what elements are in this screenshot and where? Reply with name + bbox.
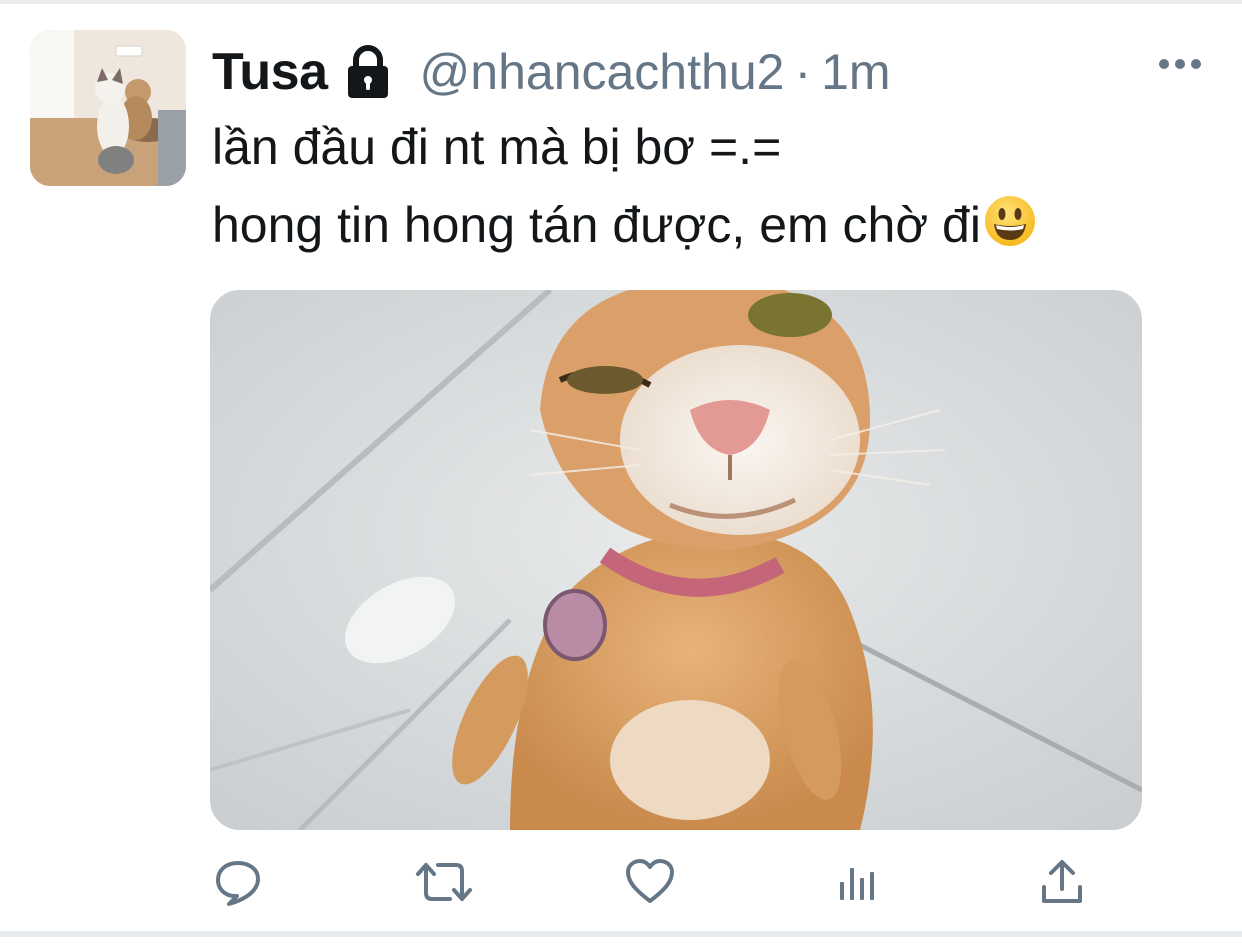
- analytics-button[interactable]: [826, 852, 886, 912]
- reply-button[interactable]: [208, 852, 268, 912]
- heart-icon: [624, 857, 676, 907]
- timestamp[interactable]: 1m: [821, 43, 890, 101]
- avatar[interactable]: [30, 30, 186, 186]
- retweet-button[interactable]: [414, 852, 474, 912]
- analytics-icon: [834, 860, 878, 904]
- tweet-header: Tusa @nhancachthu2 · 1m: [212, 40, 891, 104]
- tweet-card[interactable]: Tusa @nhancachthu2 · 1m lần đầu đi nt mà…: [0, 0, 1242, 951]
- tweet-text-line-2-text: hong tin hong tán được, em chờ đi: [212, 197, 981, 253]
- reply-icon: [213, 857, 263, 907]
- separator-dot: ·: [794, 44, 812, 100]
- top-divider: [0, 0, 1242, 4]
- more-icon[interactable]: [1158, 52, 1202, 76]
- tweet-text-line-1: lần đầu đi nt mà bị bơ =.=: [212, 119, 782, 175]
- like-button[interactable]: [620, 852, 680, 912]
- share-button[interactable]: [1032, 852, 1092, 912]
- handle[interactable]: @nhancachthu2: [420, 43, 785, 101]
- display-name[interactable]: Tusa: [212, 42, 328, 102]
- tweet-text-line-2: hong tin hong tán được, em chờ đi: [212, 186, 1037, 264]
- bottom-divider: [0, 931, 1242, 937]
- tweet-media-photo[interactable]: [210, 290, 1142, 830]
- share-icon: [1038, 857, 1086, 907]
- tweet-text: lần đầu đi nt mà bị bơ =.= hong tin hong…: [212, 108, 1037, 264]
- retweet-icon: [414, 857, 474, 907]
- grinning-face-emoji-icon: [983, 192, 1037, 246]
- lock-icon: [342, 44, 394, 100]
